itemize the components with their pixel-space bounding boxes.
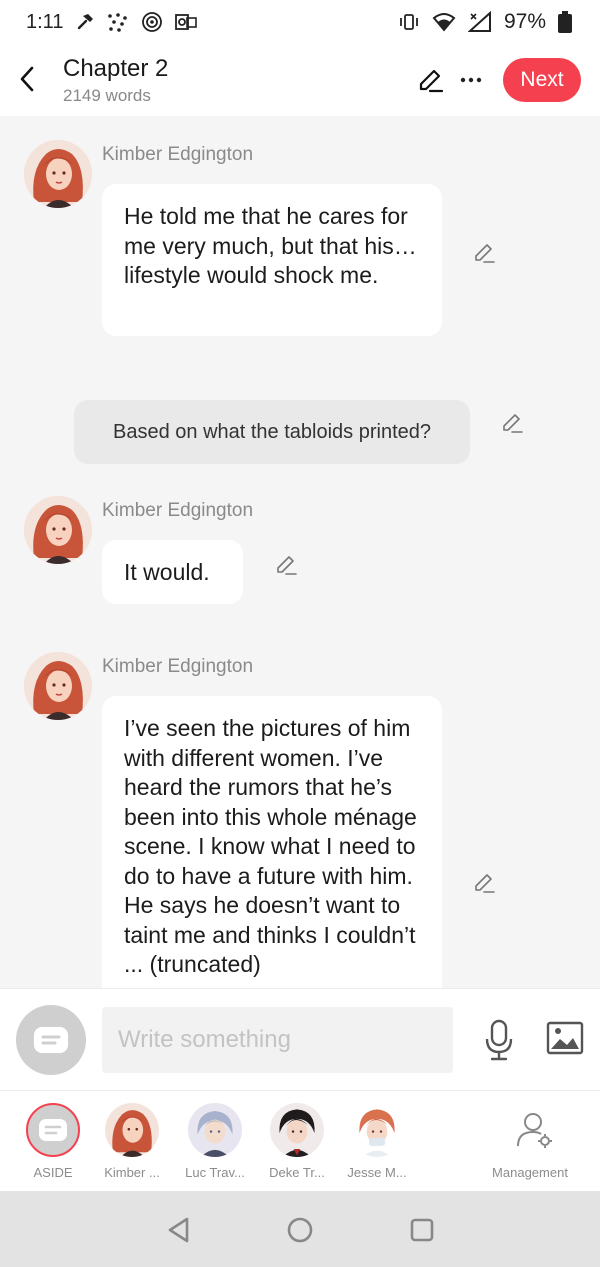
cast-item-kimber[interactable]: Kimber ... [87,1101,177,1187]
aside-bubble-icon [34,1027,68,1053]
triangle-back-icon [168,1217,189,1243]
nav-recents-button[interactable] [407,1215,437,1245]
speaker-name: Kimber Edgington [102,144,254,165]
speaker-name: Kimber Edgington [102,500,254,521]
status-bar: 1:11 97% [0,0,600,44]
circle-home-icon [287,1217,313,1243]
word-count: 2149 words [63,86,151,105]
cast-item-jesse[interactable]: Jesse M... [332,1101,422,1187]
status-right: 97% [398,10,572,34]
hammer-icon [75,12,95,32]
app-screen: 1:11 97% Chapter 2 2149 words Next Kimbe… [0,0,600,1267]
more-options-button[interactable] [456,64,486,96]
image-icon [546,1021,584,1055]
kimber-cast-avatar [105,1103,159,1157]
message-bubble[interactable]: He told me that he cares for me very muc… [102,184,442,336]
system-nav-bar [0,1191,600,1267]
cast-label: Deke Tr... [269,1165,325,1180]
chevron-left-icon [20,66,34,92]
nav-back-button[interactable] [164,1215,194,1245]
cast-item-aside[interactable]: ASIDE [8,1101,98,1187]
kimber-avatar[interactable] [24,496,92,564]
composer-bar [0,988,600,1090]
kimber-avatar[interactable] [24,140,92,208]
edit-message-button[interactable] [471,870,497,896]
pencil-outline-icon [475,874,495,893]
cast-item-luc[interactable]: Luc Trav... [170,1101,260,1187]
speaker-name: Kimber Edgington [102,656,254,677]
edit-aside-button[interactable] [499,410,525,436]
cast-management-button[interactable]: Management [480,1101,580,1187]
outlook-icon [175,12,198,32]
square-recents-icon [410,1218,434,1242]
dots-pattern-icon [107,12,129,32]
chapter-header: Chapter 2 2149 words Next [0,44,600,116]
edit-chapter-button[interactable] [414,64,446,96]
pencil-outline-icon [503,414,523,433]
microphone-icon [485,1019,513,1061]
next-button[interactable]: Next [503,58,581,102]
pencil-icon [419,69,444,93]
cast-item-deke[interactable]: Deke Tr... [252,1101,342,1187]
cast-label: Luc Trav... [185,1165,245,1180]
wifi-icon [432,12,456,32]
message-input[interactable] [102,1007,453,1073]
person-settings-icon [508,1103,562,1157]
status-left: 1:11 [26,10,198,34]
title-block: Chapter 2 2149 words [63,54,168,106]
deke-cast-avatar [270,1103,324,1157]
cast-label: Jesse M... [347,1165,407,1180]
battery-percent: 97% [503,10,546,33]
kimber-avatar[interactable] [24,652,92,720]
chapter-title: Chapter 2 [63,55,169,82]
chat-thread[interactable]: Kimber Edgington He told me that he care… [0,116,600,988]
status-time: 1:11 [26,10,64,33]
more-dots-icon [460,77,482,83]
vibrate-icon [398,12,420,32]
cast-label: ASIDE [33,1165,73,1180]
aside-bubble[interactable]: Based on what the tabloids printed? [74,400,470,464]
cast-label: Management [492,1165,568,1180]
pencil-outline-icon [277,556,297,575]
message-bubble[interactable]: I’ve seen the pictures of him with diffe… [102,696,442,988]
message-bubble[interactable]: It would. [102,540,243,604]
battery-icon [558,11,572,33]
jesse-cast-avatar [350,1103,404,1157]
voice-input-button[interactable] [480,1015,518,1065]
insert-image-button[interactable] [546,1020,584,1056]
cast-label: Kimber ... [104,1165,160,1180]
character-bar: ASIDE Kimber ... Luc Trav... Deke Tr... … [0,1090,600,1191]
nav-home-button[interactable] [285,1215,315,1245]
pencil-outline-icon [475,244,495,263]
aside-toggle-button[interactable] [16,1005,86,1075]
edit-message-button[interactable] [471,240,497,266]
aside-cast-icon [26,1103,80,1157]
luc-cast-avatar [188,1103,242,1157]
back-button[interactable] [12,62,42,96]
edit-message-button[interactable] [273,552,299,578]
hotspot-icon [141,11,163,33]
cell-signal-icon [467,11,492,33]
